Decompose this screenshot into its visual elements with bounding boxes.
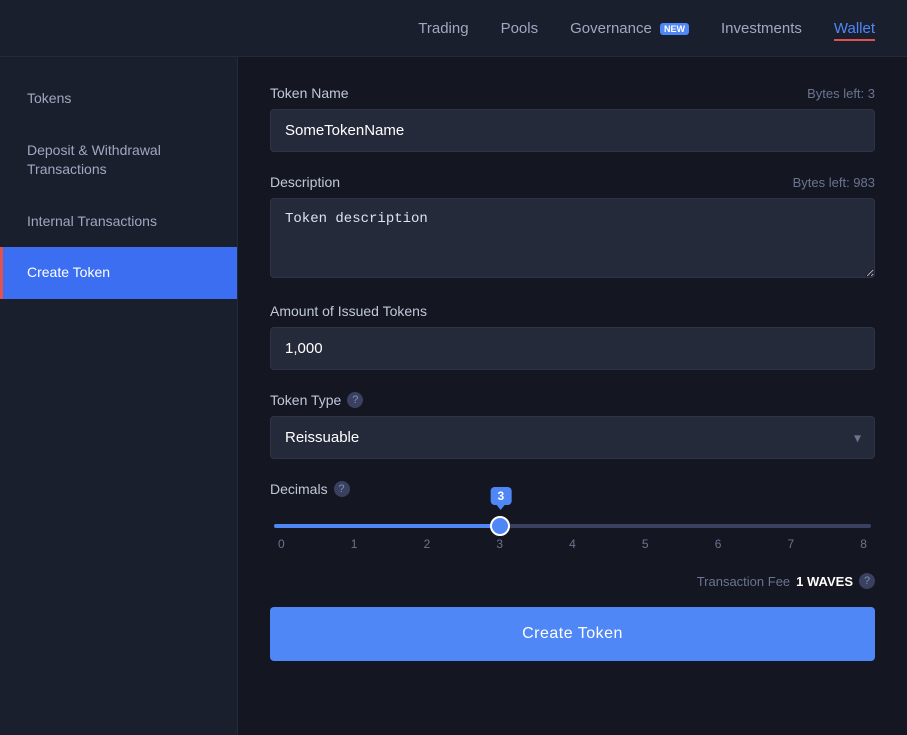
amount-label: Amount of Issued Tokens [270, 303, 427, 319]
slider-thumb-label: 3 [491, 487, 512, 505]
description-label: Description [270, 174, 340, 190]
sidebar-item-internal-transactions[interactable]: Internal Transactions [0, 196, 237, 248]
tick-0: 0 [278, 537, 285, 551]
main-content: Token Name Bytes left: 3 Description Byt… [238, 57, 907, 735]
tick-2: 2 [424, 537, 431, 551]
fee-label: Transaction Fee [697, 574, 790, 589]
token-name-label-row: Token Name Bytes left: 3 [270, 85, 875, 101]
description-field-group: Description Bytes left: 983 [270, 174, 875, 281]
token-type-select[interactable]: Reissuable Non-reissuable [270, 416, 875, 459]
token-name-label: Token Name [270, 85, 349, 101]
slider-ticks: 0 1 2 3 4 5 6 7 8 [274, 537, 871, 551]
governance-label: Governance [570, 20, 652, 37]
nav-items: Trading Pools Governance NEW Investments… [418, 16, 875, 41]
nav-item-governance[interactable]: Governance NEW [570, 16, 689, 41]
decimals-label-row: Decimals ? [270, 481, 875, 497]
nav-item-trading[interactable]: Trading [418, 16, 468, 41]
slider-track-wrapper: 3 0 1 2 3 4 5 6 7 8 [270, 515, 875, 551]
tick-4: 4 [569, 537, 576, 551]
tick-3: 3 [496, 537, 503, 551]
amount-label-row: Amount of Issued Tokens [270, 303, 875, 319]
governance-badge: NEW [660, 23, 689, 35]
layout: Tokens Deposit & Withdrawal Transactions… [0, 57, 907, 735]
description-label-row: Description Bytes left: 983 [270, 174, 875, 190]
token-name-field-group: Token Name Bytes left: 3 [270, 85, 875, 152]
top-nav: Trading Pools Governance NEW Investments… [0, 0, 907, 57]
fee-help-icon[interactable]: ? [859, 573, 875, 589]
tick-5: 5 [642, 537, 649, 551]
sidebar: Tokens Deposit & Withdrawal Transactions… [0, 57, 238, 735]
token-type-label-row: Token Type ? [270, 392, 875, 408]
token-name-bytes: Bytes left: 3 [807, 86, 875, 101]
nav-item-pools[interactable]: Pools [501, 16, 539, 41]
decimals-help-icon[interactable]: ? [334, 481, 350, 497]
sidebar-item-deposit-withdrawal[interactable]: Deposit & Withdrawal Transactions [0, 125, 237, 196]
decimals-slider[interactable] [274, 524, 871, 528]
tick-7: 7 [787, 537, 794, 551]
nav-item-wallet[interactable]: Wallet [834, 16, 875, 41]
amount-field-group: Amount of Issued Tokens [270, 303, 875, 370]
description-textarea[interactable] [270, 198, 875, 278]
sidebar-item-tokens[interactable]: Tokens [0, 73, 237, 125]
tick-1: 1 [351, 537, 358, 551]
token-type-select-wrapper: Reissuable Non-reissuable ▾ [270, 416, 875, 459]
token-type-help-icon[interactable]: ? [347, 392, 363, 408]
token-type-label: Token Type [270, 392, 341, 408]
tick-6: 6 [715, 537, 722, 551]
create-token-button[interactable]: Create Token [270, 607, 875, 661]
decimals-section: Decimals ? 3 0 1 2 3 4 5 6 7 8 [270, 481, 875, 551]
sidebar-item-create-token[interactable]: Create Token [0, 247, 237, 299]
amount-input[interactable] [270, 327, 875, 370]
nav-item-investments[interactable]: Investments [721, 16, 802, 41]
fee-row: Transaction Fee 1 WAVES ? [270, 573, 875, 589]
tick-8: 8 [860, 537, 867, 551]
token-name-input[interactable] [270, 109, 875, 152]
description-bytes: Bytes left: 983 [793, 175, 875, 190]
token-type-field-group: Token Type ? Reissuable Non-reissuable ▾ [270, 392, 875, 459]
fee-value: 1 WAVES [796, 574, 853, 589]
decimals-label: Decimals [270, 481, 328, 497]
